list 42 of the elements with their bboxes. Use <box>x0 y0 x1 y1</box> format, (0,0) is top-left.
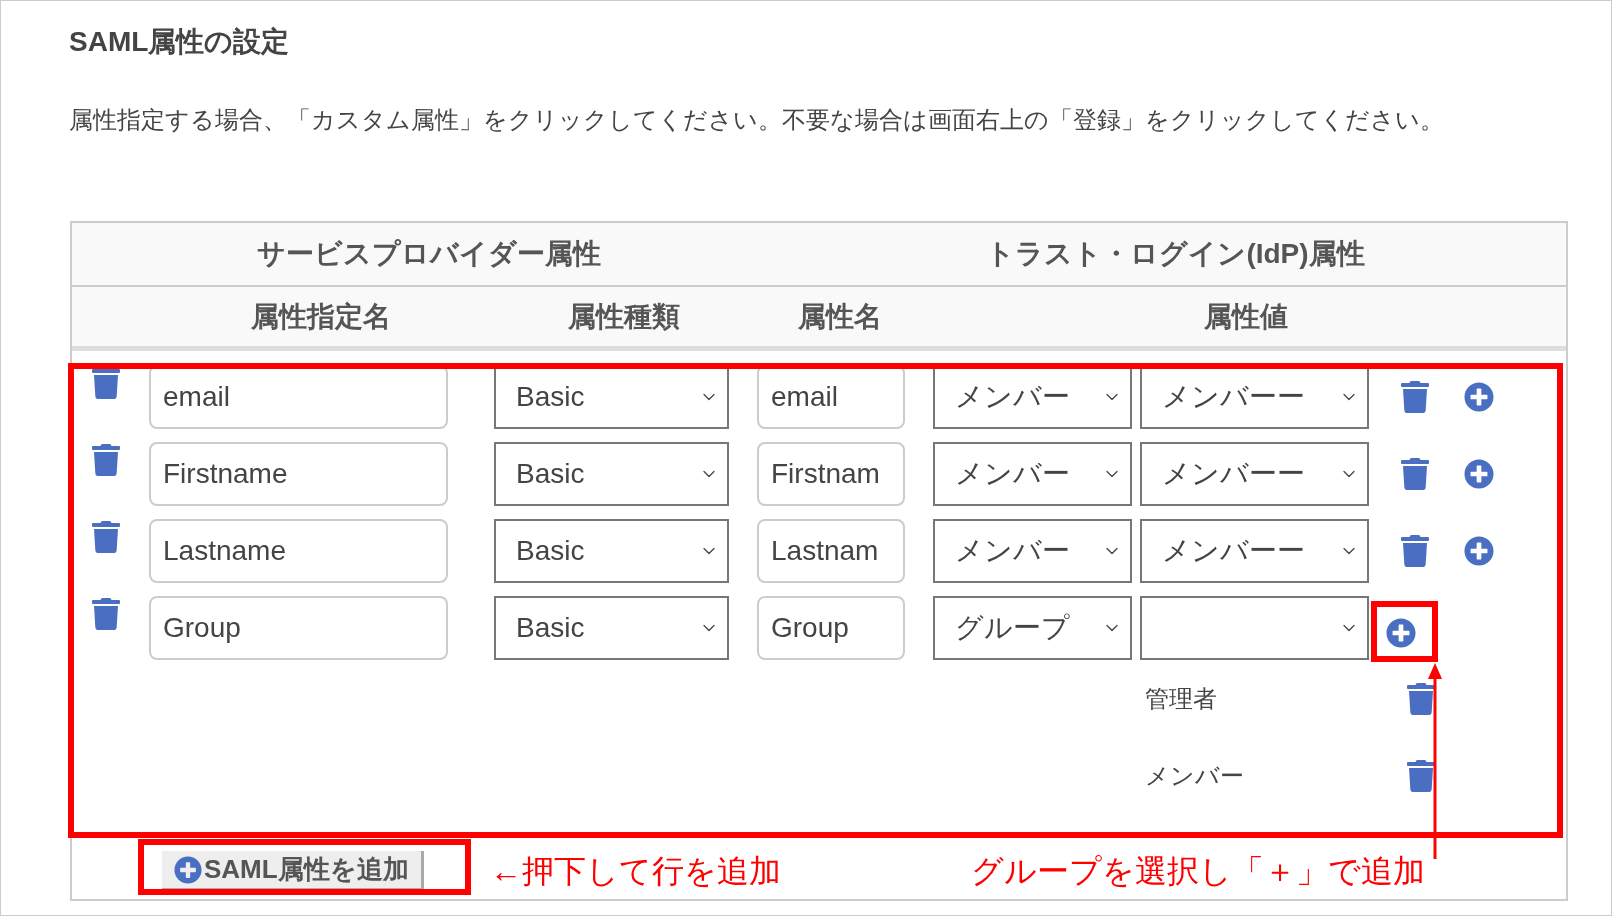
column-group-header: サービスプロバイダー属性 <box>255 237 602 271</box>
select-field[interactable]: グループ <box>933 596 1132 660</box>
add-icon <box>174 855 202 884</box>
input-field[interactable]: Group <box>149 596 448 660</box>
trash-icon[interactable] <box>1407 759 1435 792</box>
add-icon[interactable] <box>1464 382 1494 412</box>
column-header: 属性種類 <box>567 299 681 334</box>
select-field[interactable]: メンバー <box>933 442 1132 506</box>
add-icon[interactable] <box>1386 618 1416 648</box>
select-field[interactable]: Basic <box>494 519 729 583</box>
trash-icon[interactable] <box>92 598 120 630</box>
input-field[interactable]: Firstname <box>149 442 448 506</box>
column-group-header: トラスト・ログイン(IdP)属性 <box>985 237 1366 271</box>
column-header: 属性指定名 <box>250 299 392 334</box>
trash-icon[interactable] <box>1401 381 1429 413</box>
select-field[interactable]: メンバー <box>933 519 1132 583</box>
trash-icon[interactable] <box>1401 535 1429 567</box>
select-field[interactable]: Basic <box>494 442 729 506</box>
add-icon[interactable] <box>1464 536 1494 566</box>
group-name: 管理者 <box>1145 683 1218 714</box>
select-field[interactable]: メンバーー <box>1140 519 1369 583</box>
input-field[interactable]: Lastnam <box>757 519 905 583</box>
group-name: メンバー <box>1145 760 1245 791</box>
annotation-text: ←押下して行を追加 <box>489 852 781 891</box>
trash-icon[interactable] <box>92 367 120 399</box>
description: 属性指定する場合、「カスタム属性」をクリックしてください。不要な場合は画面右上の「登録」をクリックしてください。 <box>69 105 1445 135</box>
column-header: 属性値 <box>1203 299 1289 334</box>
annotation-text: グループを選択し「＋」で追加 <box>970 852 1425 891</box>
select-field[interactable]: Basic <box>494 596 729 660</box>
input-field[interactable]: Lastname <box>149 519 448 583</box>
input-field[interactable]: Group <box>757 596 905 660</box>
add-attribute-button[interactable]: SAML属性を追加 <box>162 851 424 891</box>
add-icon[interactable] <box>1464 459 1494 489</box>
trash-icon[interactable] <box>1407 682 1435 715</box>
select-field[interactable]: メンバーー <box>1140 442 1369 506</box>
column-header: 属性名 <box>797 299 883 334</box>
select-field[interactable] <box>1140 596 1369 660</box>
trash-icon[interactable] <box>1401 458 1429 490</box>
trash-icon[interactable] <box>92 521 120 553</box>
section-title: SAML属性の設定 <box>69 25 291 59</box>
input-field[interactable]: Firstnam <box>757 442 905 506</box>
trash-icon[interactable] <box>92 444 120 476</box>
